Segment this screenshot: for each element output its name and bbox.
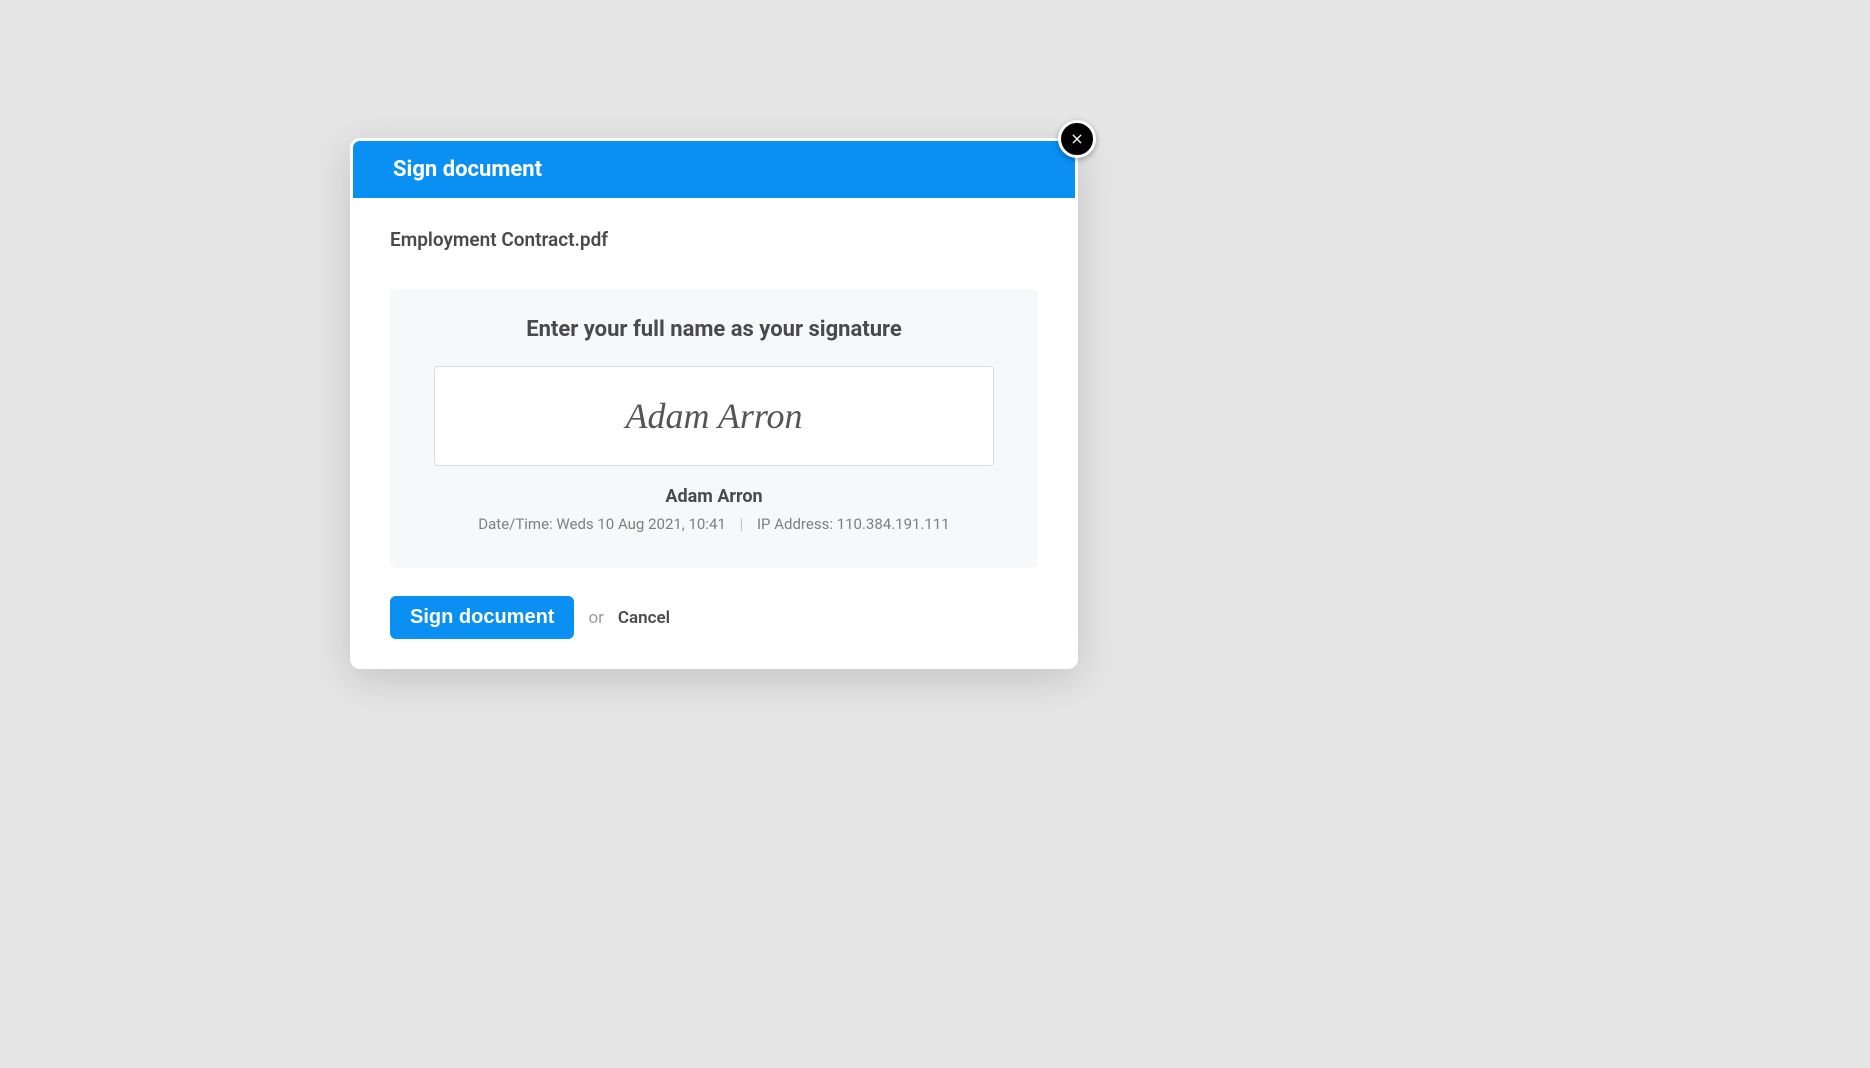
- modal-body: Employment Contract.pdf Enter your full …: [350, 198, 1078, 669]
- sign-document-button[interactable]: Sign document: [390, 596, 574, 639]
- datetime-label: Date/Time:: [478, 515, 552, 533]
- signature-metadata: Date/Time: Weds 10 Aug 2021, 10:41 | IP …: [430, 515, 998, 533]
- signature-panel: Enter your full name as your signature A…: [390, 289, 1038, 568]
- sign-document-modal: Sign document Employment Contract.pdf En…: [350, 138, 1078, 669]
- modal-header: Sign document: [350, 138, 1078, 198]
- signature-instruction: Enter your full name as your signature: [430, 317, 998, 342]
- cancel-link[interactable]: Cancel: [618, 608, 670, 628]
- signed-by-name: Adam Arron: [430, 486, 998, 507]
- signature-input[interactable]: [434, 366, 994, 466]
- or-text: or: [588, 608, 603, 628]
- modal-title: Sign document: [393, 157, 1035, 182]
- metadata-separator: |: [740, 515, 744, 533]
- ip-value: 110.384.191.111: [837, 515, 950, 533]
- close-button[interactable]: [1058, 120, 1096, 158]
- close-icon: [1069, 131, 1085, 147]
- datetime-value: Weds 10 Aug 2021, 10:41: [556, 515, 725, 533]
- ip-label: IP Address:: [757, 515, 833, 533]
- modal-actions: Sign document or Cancel: [390, 596, 1038, 639]
- document-name: Employment Contract.pdf: [390, 228, 1038, 251]
